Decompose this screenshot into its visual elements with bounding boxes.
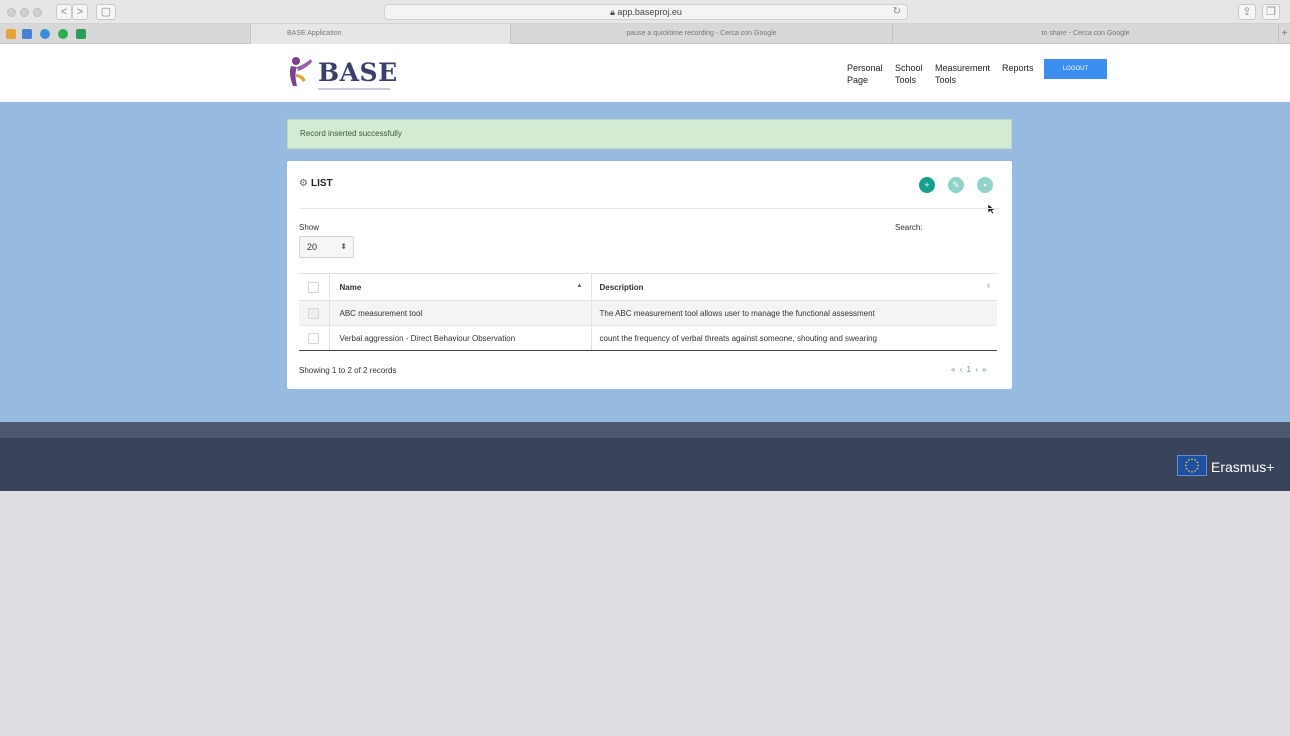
nav-label: Reports [1002,63,1034,73]
nav-reports[interactable]: Reports [1002,62,1034,74]
show-label: Show [299,223,320,232]
tab-label: pause a quicktime recording - Cerca con … [626,30,777,37]
panel-title-text: LIST [310,178,333,189]
address-bar[interactable]: 🔒︎ app.baseproj.eu ↻ [384,4,908,20]
nav-label: Page [847,75,869,85]
footer-top-strip [0,422,1290,438]
bookmark-icon[interactable] [40,29,50,39]
minimize-window-icon[interactable] [20,8,29,17]
row-description: count the frequency of verbal threats ag… [591,325,997,351]
table-info: Showing 1 to 2 of 2 records [299,366,397,375]
column-header-label: Description [599,282,644,292]
bookmark-icon[interactable] [22,29,32,39]
table-row[interactable]: Verbal aggression - Direct Behaviour Obs… [299,325,997,351]
nav-label: Measurement [935,63,991,73]
select-arrows-icon: ⬍ [340,242,347,251]
edit-button[interactable]: ✎ [948,177,964,193]
list-panel: ⚙ LIST + ✎ ▪ Show 20 ⬍ Search: Name ▲ Des… [287,161,1012,389]
sidebar-toggle-button[interactable]: ▢ [96,4,116,20]
search-label: Search: [895,223,923,232]
pagination[interactable]: « ‹ 1 › » [951,365,988,374]
column-header-label: Name [339,282,362,292]
lock-icon: 🔒︎ [610,7,615,17]
row-checkbox[interactable] [308,332,320,344]
tab-google-search[interactable]: pause a quicktime recording - Cerca con … [510,24,892,44]
back-button[interactable]: < [56,4,72,20]
share-button[interactable]: ⇪ [1238,4,1256,20]
tab-label: to share - Cerca con Google [1041,30,1130,37]
table-header-row: Name ▲ Description ⇕ [299,273,997,301]
base-logo-icon[interactable] [287,56,313,88]
nav-label: School [895,63,923,73]
browser-titlebar: < > ▢ 🔒︎ app.baseproj.eu ↻ ⇪ ❐ [0,0,1290,24]
tab-google-search[interactable]: to share - Cerca con Google [892,24,1278,44]
nav-label: Personal [847,63,883,73]
close-window-icon[interactable] [7,8,16,17]
url-text: app.baseproj.eu [617,7,682,17]
tab-label: BASE Application [287,30,342,37]
table-row[interactable]: ABC measurement tool The ABC measurement… [299,300,997,326]
forward-button[interactable]: > [72,4,88,20]
delete-button[interactable]: ▪ [977,177,993,193]
row-checkbox[interactable] [308,307,320,319]
erasmus-plus-logo: Erasmus+ [1211,459,1275,475]
row-select-cell [299,325,330,351]
nav-label: Tools [935,75,957,85]
select-all-cell [299,273,330,301]
nav-school-tools[interactable]: School Tools [895,62,923,86]
row-select-cell [299,300,330,326]
panel-title: ⚙ LIST [299,178,333,189]
site-footer [0,438,1290,491]
page-size-value: 20 [307,242,318,252]
plus-icon: + [924,180,930,190]
records-table: Name ▲ Description ⇕ ABC measurement too… [299,273,997,351]
new-tab-button[interactable]: + [1278,24,1290,44]
bookmark-icon[interactable] [76,29,86,39]
brand-name[interactable]: BASE [318,58,398,87]
page-size-select[interactable]: 20 ⬍ [299,236,354,258]
mouse-cursor-icon [987,203,996,215]
bookmark-icon[interactable] [58,29,68,39]
tab-overview-button[interactable]: ❐ [1262,4,1280,20]
browser-tabbar: BASE Application pause a quicktime recor… [0,24,1290,44]
column-header-description[interactable]: Description ⇕ [591,273,997,301]
success-alert: Record inserted successfully [287,119,1012,149]
tab-base-application[interactable]: BASE Application [250,24,510,44]
row-name: Verbal aggression - Direct Behaviour Obs… [329,325,592,351]
row-name: ABC measurement tool [329,300,592,326]
zoom-window-icon[interactable] [33,8,42,17]
gear-icon: ⚙ [299,178,308,189]
row-description: The ABC measurement tool allows user to … [591,300,997,326]
pencil-icon: ✎ [952,180,960,190]
nav-measurement-tools[interactable]: Measurement Tools [935,62,990,86]
reload-icon[interactable]: ↻ [893,5,901,19]
logo-tagline [318,88,390,90]
nav-personal-page[interactable]: Personal Page [847,62,883,86]
logout-button[interactable]: LOGOUT [1044,59,1107,79]
trash-icon: ▪ [983,180,987,190]
panel-divider [299,208,1000,209]
nav-label: Tools [895,75,917,85]
column-header-name[interactable]: Name ▲ [329,273,592,301]
add-button[interactable]: + [919,177,935,193]
eu-flag-icon [1177,455,1207,476]
sort-ascending-icon: ▲ [576,283,583,289]
bookmark-icon[interactable] [6,29,16,39]
select-all-checkbox[interactable] [308,281,320,293]
sort-icon: ⇕ [985,284,991,290]
